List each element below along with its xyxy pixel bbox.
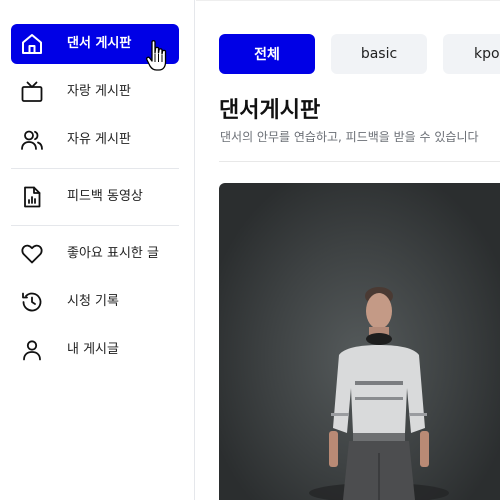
dancer-figure <box>309 287 449 500</box>
page-description: 댄서의 안무를 연습하고, 피드백을 받을 수 있습니다 <box>220 130 479 144</box>
sidebar-item-label: 좋아요 표시한 글 <box>67 246 159 261</box>
user-icon <box>20 338 44 362</box>
filter-chip-basic[interactable]: basic <box>331 34 427 74</box>
sidebar-item-label: 시청 기록 <box>67 294 119 309</box>
sidebar-item-dancer-board[interactable]: 댄서 게시판 <box>11 24 179 64</box>
sidebar-item-feedback-videos[interactable]: 피드백 동영상 <box>11 177 179 217</box>
sidebar-item-label: 피드백 동영상 <box>67 189 143 204</box>
sidebar: 댄서 게시판 자랑 게시판 자유 게시판 피드백 동영상 좋아요 표시한 글 시… <box>0 0 195 500</box>
sidebar-divider <box>11 225 179 226</box>
chart-file-icon <box>20 185 44 209</box>
sidebar-item-label: 자랑 게시판 <box>67 84 131 99</box>
tv-icon <box>20 80 44 104</box>
sidebar-item-label: 내 게시글 <box>67 342 119 357</box>
sidebar-item-showoff-board[interactable]: 자랑 게시판 <box>11 72 179 112</box>
sidebar-item-my-posts[interactable]: 내 게시글 <box>11 330 179 370</box>
filter-chip-kpop[interactable]: kpop <box>443 34 500 74</box>
sidebar-item-label: 댄서 게시판 <box>67 36 132 51</box>
history-icon <box>20 290 44 314</box>
home-icon <box>20 32 44 56</box>
sidebar-item-liked-posts[interactable]: 좋아요 표시한 글 <box>11 234 179 274</box>
sidebar-item-free-board[interactable]: 자유 게시판 <box>11 120 179 160</box>
users-icon <box>20 128 44 152</box>
sidebar-item-label: 자유 게시판 <box>67 132 131 147</box>
page-title: 댄서게시판 <box>219 98 321 123</box>
header-border <box>196 0 500 1</box>
sidebar-item-watch-history[interactable]: 시청 기록 <box>11 282 179 322</box>
sidebar-divider <box>11 168 179 169</box>
video-thumbnail[interactable] <box>219 183 500 500</box>
heart-icon <box>20 242 44 266</box>
filter-chip-all[interactable]: 전체 <box>219 34 315 74</box>
content-divider <box>219 161 500 162</box>
